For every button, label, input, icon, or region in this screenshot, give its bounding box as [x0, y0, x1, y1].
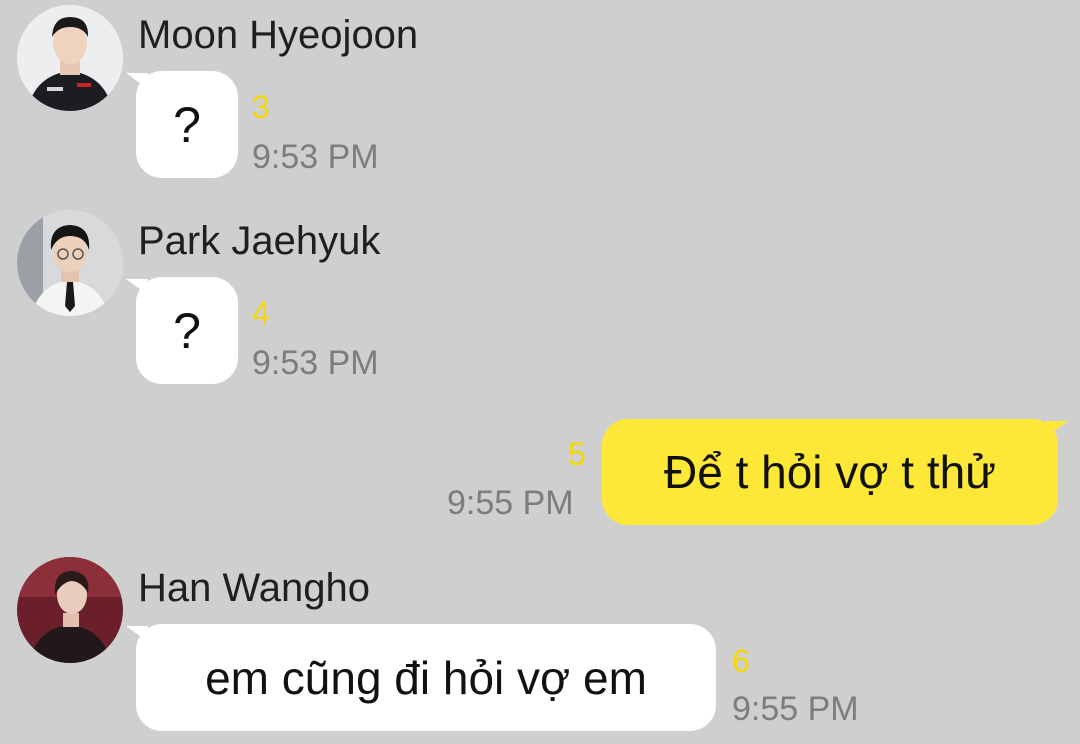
message-bubble[interactable]: ?: [126, 277, 238, 384]
message-time: 9:55 PM: [447, 484, 574, 522]
message-time: 9:53 PM: [252, 138, 379, 176]
message-bubble[interactable]: ?: [126, 71, 238, 178]
avatar-han-wangho-icon[interactable]: [17, 557, 123, 663]
unread-count: 6: [732, 643, 750, 679]
avatar-moon-hyeojoon-icon[interactable]: [17, 5, 123, 111]
sender-name: Moon Hyeojoon: [138, 13, 419, 57]
message-time: 9:53 PM: [252, 344, 379, 382]
message-text: Để t hỏi vợ t thử: [664, 446, 996, 498]
message-bubble-mine[interactable]: Để t hỏi vợ t thử: [602, 419, 1068, 525]
sender-name: Park Jaehyuk: [138, 219, 381, 263]
sender-name: Han Wangho: [138, 566, 370, 610]
message-bubble[interactable]: em cũng đi hỏi vợ em: [126, 624, 716, 731]
avatar-park-jaehyuk-icon[interactable]: [17, 210, 123, 316]
message-time: 9:55 PM: [732, 690, 859, 728]
message-text: ?: [173, 302, 201, 359]
unread-count: 3: [252, 89, 270, 125]
unread-count: 5: [568, 436, 586, 472]
message-text: ?: [173, 96, 201, 153]
message-text: em cũng đi hỏi vợ em: [205, 651, 647, 704]
unread-count: 4: [252, 295, 270, 331]
